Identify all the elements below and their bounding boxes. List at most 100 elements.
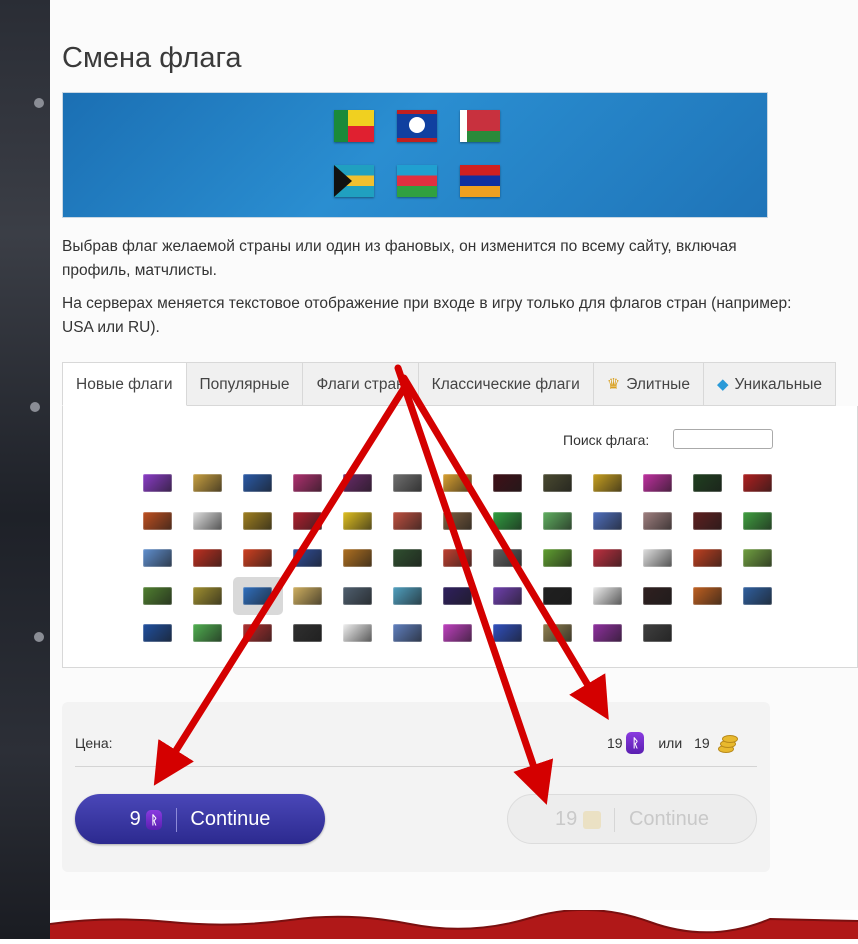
flag-option[interactable] [533, 614, 583, 652]
flag-option[interactable] [533, 577, 583, 615]
flag-thumbnail-icon [493, 586, 522, 605]
flag-option[interactable] [133, 614, 183, 652]
flag-option[interactable] [683, 577, 733, 615]
flag-option[interactable] [283, 502, 333, 540]
flag-thumbnail-icon [593, 549, 622, 567]
flag-option[interactable] [283, 464, 333, 502]
flag-option[interactable] [483, 577, 533, 615]
flag-thumbnail-icon [693, 511, 722, 530]
flag-thumbnail-icon [243, 549, 272, 567]
flag-option[interactable] [283, 614, 333, 652]
flag-thumbnail-icon [243, 511, 272, 530]
flags-panel: Поиск флага: [62, 406, 858, 668]
flag-option[interactable] [583, 577, 633, 615]
flag-thumbnail-icon [593, 624, 622, 642]
flag-option[interactable] [733, 539, 783, 577]
flag-thumbnail-icon [543, 511, 572, 530]
flag-option[interactable] [533, 502, 583, 540]
flag-option[interactable] [133, 577, 183, 615]
price-or: или [658, 735, 683, 751]
description-2: На серверах меняется текстовое отображен… [62, 295, 792, 336]
flag-option[interactable] [433, 502, 483, 540]
flag-thumbnail-icon [143, 511, 172, 530]
flag-option[interactable] [183, 502, 233, 540]
description-1: Выбрав флаг желаемой страны или один из … [62, 238, 737, 279]
flag-option[interactable] [183, 539, 233, 577]
flag-option[interactable] [333, 464, 383, 502]
flag-option[interactable] [583, 539, 633, 577]
flag-option[interactable] [333, 502, 383, 540]
flag-thumbnail-icon [193, 549, 222, 567]
flag-option[interactable] [633, 464, 683, 502]
flag-option[interactable] [683, 539, 733, 577]
flag-thumbnail-icon [743, 549, 772, 567]
tab-country-flags[interactable]: Флаги стран [303, 362, 419, 406]
flag-option[interactable] [633, 577, 683, 615]
flag-option[interactable] [533, 539, 583, 577]
continue-runes-button[interactable]: 9 ᚱ Continue [75, 794, 325, 844]
flag-thumbnail-icon [693, 549, 722, 567]
flag-option[interactable] [183, 464, 233, 502]
flag-option[interactable] [233, 576, 283, 615]
flag-option[interactable] [383, 502, 433, 540]
flag-thumbnail-icon [243, 586, 272, 605]
flag-option[interactable] [483, 502, 533, 540]
flag-option[interactable] [333, 577, 383, 615]
flag-option[interactable] [633, 502, 683, 540]
flag-option[interactable] [633, 614, 683, 652]
flag-option[interactable] [333, 539, 383, 577]
flag-option[interactable] [483, 539, 533, 577]
flag-thumbnail-icon [143, 624, 172, 642]
flag-thumbnail-icon [393, 474, 422, 492]
flag-option[interactable] [583, 464, 633, 502]
flag-option[interactable] [183, 577, 233, 615]
flag-thumbnail-icon [693, 474, 722, 492]
flag-thumbnail-icon [143, 474, 172, 492]
flag-thumbnail-icon [643, 624, 672, 642]
flag-thumbnail-icon [343, 586, 372, 605]
flag-thumbnail-icon [343, 624, 372, 642]
tab-popular[interactable]: Популярные [186, 362, 304, 406]
flag-option[interactable] [433, 614, 483, 652]
flag-option[interactable] [483, 464, 533, 502]
flag-thumbnail-icon [443, 549, 472, 567]
tab-unique[interactable]: ◆ Уникальные [703, 362, 837, 406]
flag-option[interactable] [383, 464, 433, 502]
flag-option[interactable] [233, 539, 283, 577]
flag-tabs: Новые флаги Популярные Флаги стран Класс… [62, 362, 858, 407]
flag-option[interactable] [233, 464, 283, 502]
flag-option[interactable] [733, 502, 783, 540]
flag-option[interactable] [383, 577, 433, 615]
tab-new-flags[interactable]: Новые флаги [62, 362, 187, 406]
flag-option[interactable] [633, 539, 683, 577]
flag-option[interactable] [383, 539, 433, 577]
flag-option[interactable] [683, 464, 733, 502]
flag-option[interactable] [433, 539, 483, 577]
search-input[interactable] [673, 429, 773, 449]
tab-elite[interactable]: ♛ Элитные [593, 362, 704, 406]
flag-option[interactable] [583, 502, 633, 540]
flag-option[interactable] [583, 614, 633, 652]
flag-option[interactable] [133, 464, 183, 502]
flag-option[interactable] [533, 464, 583, 502]
flag-option[interactable] [683, 502, 733, 540]
flag-option[interactable] [133, 502, 183, 540]
flag-option[interactable] [483, 614, 533, 652]
flag-option[interactable] [233, 614, 283, 652]
price-box: Цена: 19 ᚱ или 19 9 ᚱ Continue 19 Contin… [62, 702, 770, 872]
flag-option[interactable] [733, 464, 783, 502]
flag-option[interactable] [433, 577, 483, 615]
flag-thumbnail-icon [743, 586, 772, 605]
flag-option[interactable] [133, 539, 183, 577]
flag-option[interactable] [283, 539, 333, 577]
tab-classic-flags[interactable]: Классические флаги [418, 362, 594, 406]
flag-option[interactable] [233, 502, 283, 540]
flag-thumbnail-icon [143, 586, 172, 605]
flag-thumbnail-icon [593, 474, 622, 492]
flag-option[interactable] [383, 614, 433, 652]
flag-option[interactable] [333, 614, 383, 652]
flag-option[interactable] [433, 464, 483, 502]
flag-option[interactable] [183, 614, 233, 652]
flag-option[interactable] [733, 577, 783, 615]
flag-option[interactable] [283, 577, 333, 615]
